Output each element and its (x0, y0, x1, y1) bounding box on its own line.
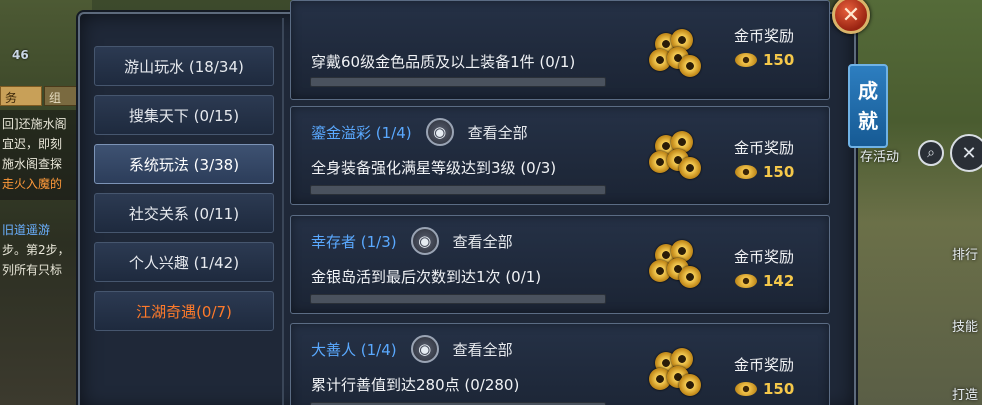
category-label: 系统玩法 (3/38) (128, 155, 240, 174)
reward-amount: 142 (735, 272, 794, 290)
gold-coin-icon (735, 53, 757, 67)
achievement-header: 幸存者 (1/3) ◉ 查看全部 (311, 227, 513, 255)
quest-tab[interactable]: 务 (0, 86, 42, 106)
achievement-row: 大善人 (1/4) ◉ 查看全部 累计行善值到达280点 (0/280) 金币奖… (290, 323, 830, 405)
achievement-name: 大善人 (1/4) (311, 340, 397, 359)
category-label: 社交关系 (0/11) (128, 204, 240, 223)
category-item-active[interactable]: 系统玩法 (3/38) (94, 144, 274, 184)
player-level: 46 (12, 48, 29, 62)
gold-coin-icon (735, 165, 757, 179)
quest-line: 步。第2步， (2, 243, 70, 257)
close-side-icon[interactable]: ✕ (950, 134, 982, 172)
achievement-desc: 穿戴60级金色品质及以上装备1件 (0/1) (311, 53, 576, 71)
eye-icon[interactable]: ◉ (425, 118, 454, 146)
quest-line: 列所有只标 (2, 263, 63, 277)
achievement-header: 大善人 (1/4) ◉ 查看全部 (311, 335, 513, 363)
eye-icon[interactable]: ◉ (410, 227, 439, 255)
side-tab-char: 成 (858, 79, 878, 103)
game-screen: 46 务 组 回]还施水阁 宜迟，即刻 施水阁查探 走火入魔的 旧道遥游 步。第… (0, 0, 982, 405)
quest-line: 走火入魔的 (2, 177, 63, 191)
gold-coin-icon (645, 344, 701, 400)
achievement-desc: 累计行善值到达280点 (0/280) (311, 376, 520, 394)
team-tab[interactable]: 组 (44, 86, 82, 106)
quest-line: 旧道遥游 (2, 223, 51, 237)
achievement-list[interactable]: 穿戴60级金色品质及以上装备1件 (0/1) 金币奖励 150 鎏金溢彩 (1/… (290, 0, 832, 405)
progress-bar (310, 185, 606, 195)
achievement-row: 鎏金溢彩 (1/4) ◉ 查看全部 全身装备强化满星等级达到3级 (0/3) 金… (290, 106, 830, 205)
category-item[interactable]: 社交关系 (0/11) (94, 193, 274, 233)
reward-value: 150 (763, 51, 795, 69)
gold-coin-icon (645, 127, 701, 183)
gold-coin-icon (645, 25, 701, 81)
quest-tab-label: 务 (5, 91, 18, 105)
panel-divider (282, 18, 284, 405)
category-item[interactable]: 游山玩水 (18/34) (94, 46, 274, 86)
gold-coin-icon (735, 274, 757, 288)
view-all-link[interactable]: 查看全部 (453, 231, 513, 252)
progress-bar (310, 77, 606, 87)
category-item[interactable]: 个人兴趣 (1/42) (94, 242, 274, 282)
reward-amount: 150 (735, 380, 794, 398)
side-tab-char: 就 (858, 109, 878, 133)
achievement-desc: 金银岛活到最后次数到达1次 (0/1) (311, 268, 542, 286)
category-item-highlight[interactable]: 江湖奇遇(0/7) (94, 291, 274, 331)
achievement-desc: 全身装备强化满星等级达到3级 (0/3) (311, 159, 557, 177)
reward-label: 金币奖励 (734, 27, 795, 45)
quest-line: 宜迟，即刻 (2, 137, 63, 151)
skill-label[interactable]: 技能 (952, 316, 978, 335)
category-list: 游山玩水 (18/34) 搜集天下 (0/15) 系统玩法 (3/38) 社交关… (94, 46, 274, 340)
gold-coin-icon (735, 382, 757, 396)
activity-label: 存活动 (860, 150, 900, 165)
achievement-row: 幸存者 (1/3) ◉ 查看全部 金银岛活到最后次数到达1次 (0/1) 金币奖… (290, 215, 830, 314)
reward-label: 金币奖励 (734, 139, 795, 157)
category-label: 搜集天下 (0/15) (128, 106, 240, 125)
gold-coin-icon (645, 236, 701, 292)
reward-value: 150 (763, 380, 795, 398)
view-all-link[interactable]: 查看全部 (453, 339, 513, 360)
achievement-side-tab[interactable]: 成 就 (848, 64, 888, 148)
forge-label[interactable]: 打造 (952, 384, 978, 403)
achievement-row: 穿戴60级金色品质及以上装备1件 (0/1) 金币奖励 150 (290, 0, 830, 100)
team-tab-label: 组 (49, 91, 62, 105)
progress-bar (310, 294, 606, 304)
reward-value: 142 (763, 272, 795, 290)
achievement-name: 幸存者 (1/3) (311, 232, 397, 251)
reward-amount: 150 (735, 163, 794, 181)
category-label: 江湖奇遇(0/7) (136, 302, 232, 321)
achievement-name: 鎏金溢彩 (1/4) (311, 123, 412, 142)
view-all-link[interactable]: 查看全部 (468, 122, 528, 143)
eye-icon[interactable]: ◉ (410, 335, 439, 363)
reward-label: 金币奖励 (734, 248, 795, 266)
category-label: 游山玩水 (18/34) (124, 57, 244, 76)
category-item[interactable]: 搜集天下 (0/15) (94, 95, 274, 135)
reward-amount: 150 (735, 51, 794, 69)
quest-line: 施水阁查探 (2, 157, 63, 171)
category-label: 个人兴趣 (1/42) (128, 253, 240, 272)
search-icon[interactable]: ⌕ (918, 140, 944, 166)
quest-line: 回]还施水阁 (2, 117, 67, 131)
rank-label[interactable]: 排行 (952, 244, 978, 263)
background-right: 存活动 ⌕ ✕ 排行 技能 打造 (850, 0, 982, 405)
reward-value: 150 (763, 163, 795, 181)
reward-label: 金币奖励 (734, 356, 795, 374)
achievement-header: 鎏金溢彩 (1/4) ◉ 查看全部 (311, 118, 528, 146)
